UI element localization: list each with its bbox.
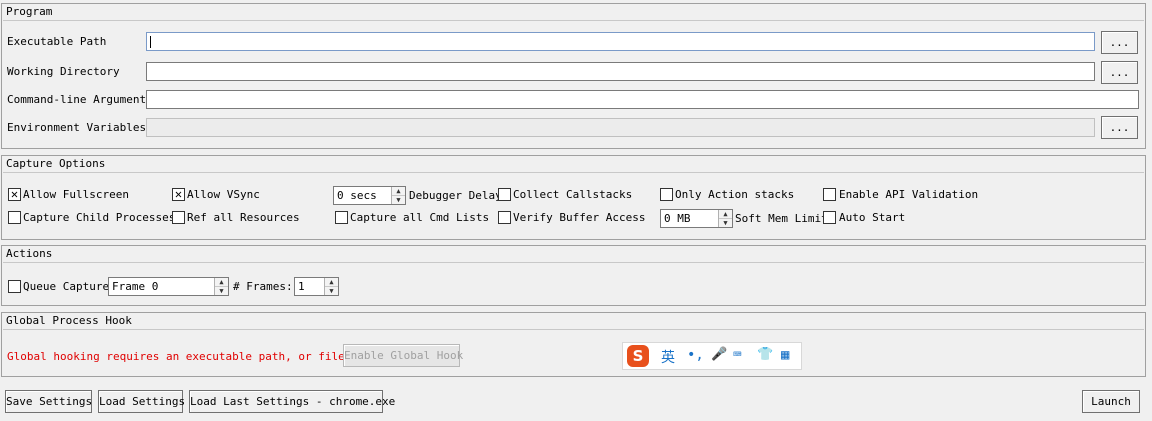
launch-button[interactable]: Launch <box>1082 390 1140 413</box>
queue-frame-spinner[interactable]: Frame 0 ▲ ▼ <box>108 277 229 296</box>
spin-up-icon[interactable]: ▲ <box>392 187 405 196</box>
group-divider <box>3 329 1144 330</box>
load-last-settings-button[interactable]: Load Last Settings - chrome.exe <box>189 390 395 413</box>
capture-child-processes-checkbox[interactable] <box>8 211 21 224</box>
spin-up-icon[interactable]: ▲ <box>215 278 228 287</box>
ime-punct-icon[interactable]: •, <box>687 347 704 363</box>
collect-callstacks-label[interactable]: Collect Callstacks <box>513 188 632 201</box>
only-action-stacks-checkbox[interactable] <box>660 188 673 201</box>
env-vars-input <box>146 118 1095 137</box>
ime-keyboard-icon[interactable]: ⌨ <box>733 347 741 363</box>
ref-all-resources-checkbox[interactable] <box>172 211 185 224</box>
group-divider <box>3 172 1144 173</box>
debugger-delay-label: Debugger Delay <box>409 189 502 202</box>
sogou-logo-icon[interactable]: S <box>627 345 649 367</box>
program-group: Program Executable Path ... Working Dire… <box>1 3 1146 149</box>
auto-start-checkbox[interactable] <box>823 211 836 224</box>
enable-global-hook-button[interactable]: Enable Global Hook <box>343 344 463 367</box>
queue-frame-value: Frame 0 <box>112 280 159 293</box>
allow-fullscreen-label[interactable]: Allow Fullscreen <box>23 188 129 201</box>
debugger-delay-value: 0 secs <box>337 189 377 202</box>
capture-child-processes-label[interactable]: Capture Child Processes <box>23 211 175 224</box>
env-vars-label: Environment Variables <box>7 121 147 134</box>
exe-path-label: Executable Path <box>7 35 107 48</box>
spin-down-icon[interactable]: ▼ <box>392 196 405 204</box>
global-hook-title: Global Process Hook <box>6 314 132 327</box>
allow-fullscreen-checkbox[interactable]: ✕ <box>8 188 21 201</box>
program-group-title: Program <box>6 5 53 18</box>
allow-vsync-checkbox[interactable]: ✕ <box>172 188 185 201</box>
group-divider <box>3 262 1144 263</box>
spin-down-icon[interactable]: ▼ <box>719 219 732 227</box>
capture-all-cmd-lists-label[interactable]: Capture all Cmd Lists <box>350 211 489 224</box>
ref-all-resources-label[interactable]: Ref all Resources <box>187 211 300 224</box>
ime-toolbar[interactable]: S 英 •, 🎤 ⌨ 👕 ▦ <box>622 342 802 370</box>
env-vars-browse-button[interactable]: ... <box>1101 116 1138 139</box>
group-divider <box>3 20 1144 21</box>
ime-mic-icon[interactable]: 🎤 <box>711 347 727 362</box>
text-caret <box>150 36 151 48</box>
load-settings-button[interactable]: Load Settings <box>98 390 185 413</box>
spinner-arrows[interactable]: ▲ ▼ <box>214 278 228 295</box>
num-frames-spinner[interactable]: 1 ▲ ▼ <box>294 277 339 296</box>
num-frames-label: # Frames: <box>233 280 293 293</box>
verify-buffer-access-label[interactable]: Verify Buffer Access <box>513 211 645 224</box>
debugger-delay-spinner[interactable]: 0 secs ▲ ▼ <box>333 186 406 205</box>
capture-options-title: Capture Options <box>6 157 106 170</box>
auto-start-label[interactable]: Auto Start <box>839 211 905 224</box>
enable-api-validation-label[interactable]: Enable API Validation <box>839 188 978 201</box>
capture-options-group: Capture Options ✕ Allow Fullscreen ✕ All… <box>1 155 1146 240</box>
actions-title: Actions <box>6 247 53 260</box>
soft-mem-limit-value: 0 MB <box>664 212 691 225</box>
spin-up-icon[interactable]: ▲ <box>325 278 338 287</box>
spin-down-icon[interactable]: ▼ <box>325 287 338 295</box>
soft-mem-limit-spinner[interactable]: 0 MB ▲ ▼ <box>660 209 733 228</box>
capture-all-cmd-lists-checkbox[interactable] <box>335 211 348 224</box>
soft-mem-limit-label: Soft Mem Limit <box>735 212 828 225</box>
queue-capture-checkbox[interactable] <box>8 280 21 293</box>
global-hook-group: Global Process Hook Global hooking requi… <box>1 312 1146 377</box>
workdir-browse-button[interactable]: ... <box>1101 61 1138 84</box>
collect-callstacks-checkbox[interactable] <box>498 188 511 201</box>
spin-down-icon[interactable]: ▼ <box>215 287 228 295</box>
spin-up-icon[interactable]: ▲ <box>719 210 732 219</box>
spinner-arrows[interactable]: ▲ ▼ <box>718 210 732 227</box>
workdir-label: Working Directory <box>7 65 120 78</box>
spinner-arrows[interactable]: ▲ ▼ <box>324 278 338 295</box>
num-frames-value: 1 <box>298 280 305 293</box>
cmdline-input[interactable] <box>146 90 1139 109</box>
ime-lang-toggle[interactable]: 英 <box>661 347 675 367</box>
spinner-arrows[interactable]: ▲ ▼ <box>391 187 405 204</box>
cmdline-label: Command-line Arguments <box>7 93 153 106</box>
exe-path-input[interactable] <box>146 32 1095 51</box>
ime-toolbox-icon[interactable]: ▦ <box>781 347 789 363</box>
exe-browse-button[interactable]: ... <box>1101 31 1138 54</box>
allow-vsync-label[interactable]: Allow VSync <box>187 188 260 201</box>
only-action-stacks-label[interactable]: Only Action stacks <box>675 188 794 201</box>
ime-skin-icon[interactable]: 👕 <box>757 347 773 362</box>
enable-api-validation-checkbox[interactable] <box>823 188 836 201</box>
save-settings-button[interactable]: Save Settings <box>5 390 92 413</box>
queue-capture-label[interactable]: Queue Capture <box>23 280 109 293</box>
workdir-input[interactable] <box>146 62 1095 81</box>
global-hook-message: Global hooking requires an executable pa… <box>7 350 372 363</box>
actions-group: Actions Queue Capture Frame 0 ▲ ▼ # Fram… <box>1 245 1146 306</box>
verify-buffer-access-checkbox[interactable] <box>498 211 511 224</box>
